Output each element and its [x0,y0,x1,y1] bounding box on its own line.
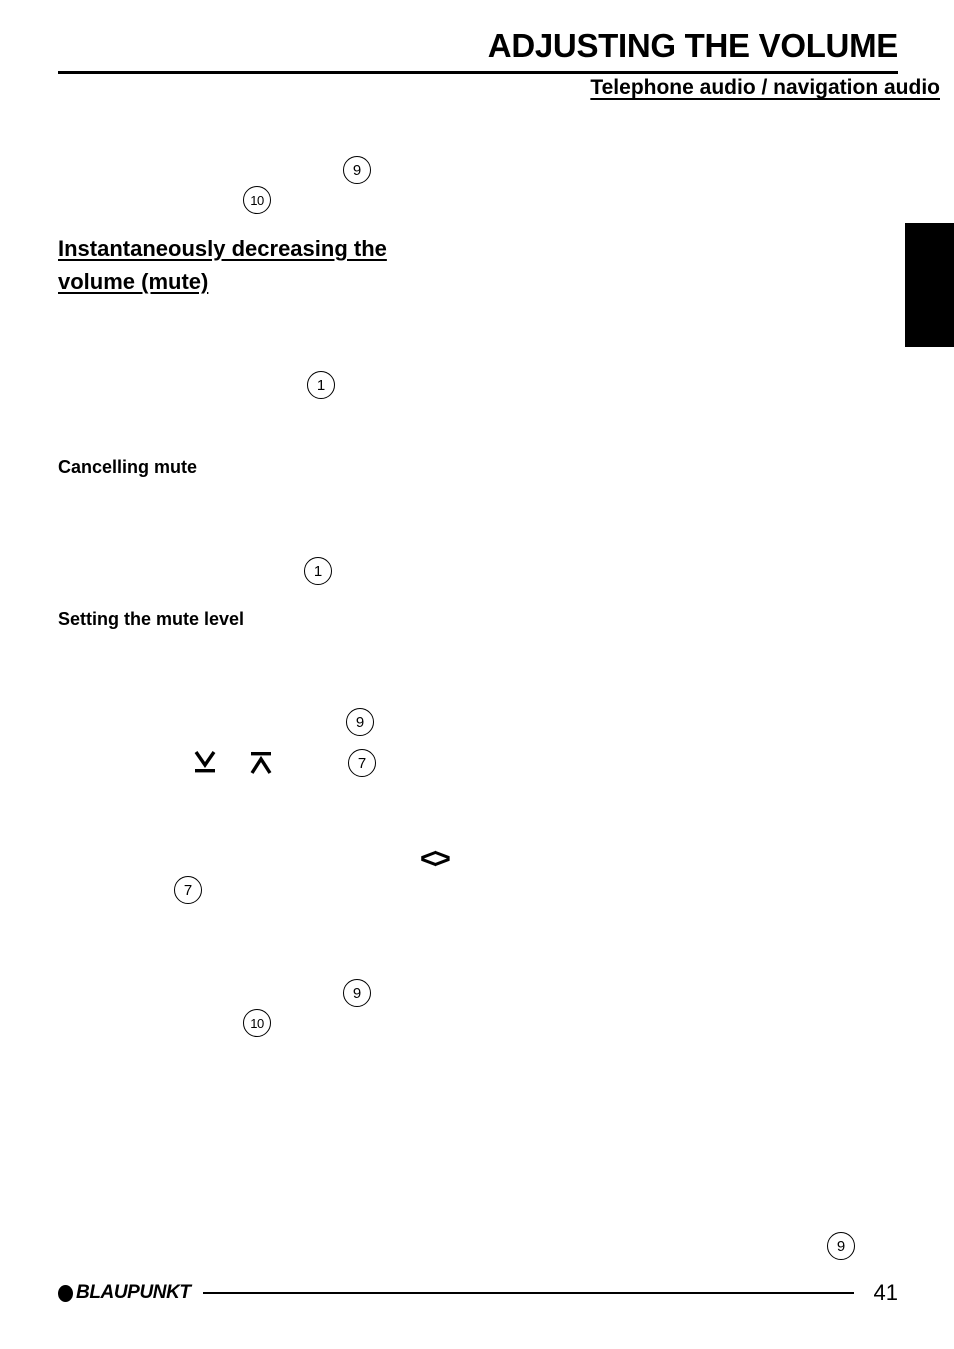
section-heading-setting-mute-level: Setting the mute level [58,609,245,629]
callout-number-9: 9 [343,156,371,184]
left-right-chevrons-icon: <> [420,843,451,875]
blaupunkt-dot-icon [58,1284,73,1302]
footer-divider [202,1292,854,1294]
brand-name: BLAUPUNKT [76,1282,191,1303]
callout-number-9: 9 [346,708,374,736]
arrow-up-bar-icon [250,752,272,774]
header-subtitle: Telephone audio / navigation audio [590,76,940,99]
callout-number-1: 1 [304,557,332,585]
header-divider [58,71,898,74]
callout-number-10: 10 [243,1009,271,1037]
section-heading-mute: Instantaneously decreasing the volume (m… [58,236,387,294]
page-title: ADJUSTING THE VOLUME [487,27,899,64]
callout-number-7: 7 [174,876,202,904]
page-number: 41 [873,1280,898,1305]
page-footer: BLAUPUNKT 41 [58,1280,898,1306]
blaupunkt-logo: BLAUPUNKT [58,1282,191,1304]
arrow-down-bar-icon [194,751,216,773]
page-header: ADJUSTING THE VOLUME [58,26,898,74]
callout-number-9: 9 [343,979,371,1007]
callout-number-1: 1 [307,371,335,399]
section-heading-cancelling-mute: Cancelling mute [58,457,198,477]
callout-number-9: 9 [827,1232,855,1260]
callout-number-10: 10 [243,186,271,214]
document-page: ADJUSTING THE VOLUME Telephone audio / n… [0,0,954,1349]
callout-number-7: 7 [348,749,376,777]
thumb-index-tab [905,223,954,347]
